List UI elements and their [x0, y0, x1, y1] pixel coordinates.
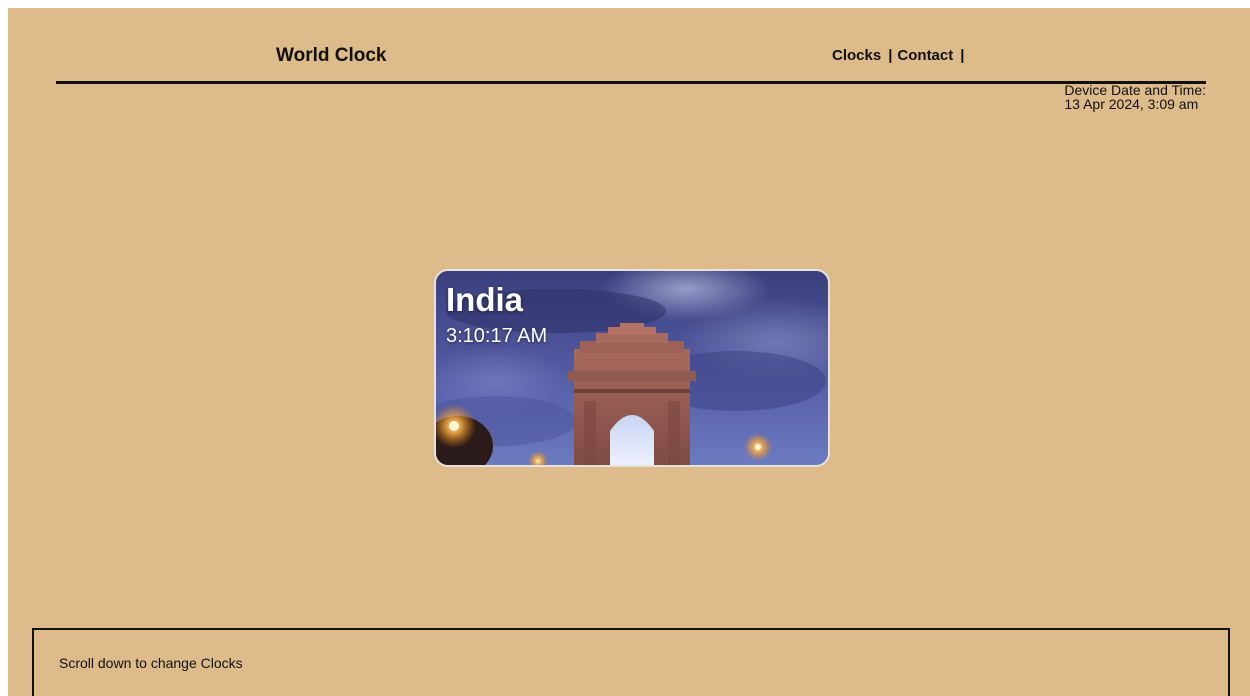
nav-bar: Clocks | Contact |	[832, 47, 969, 64]
nav-separator: |	[960, 47, 965, 64]
scroll-hint: Scroll down to change Clocks	[59, 655, 243, 671]
device-date-time-value: 13 Apr 2024, 3:09 am	[1064, 96, 1199, 112]
device-date-time: Device Date and Time: 13 Apr 2024, 3:09 …	[1064, 83, 1206, 111]
nav-link-clocks[interactable]: Clocks	[832, 47, 881, 64]
header: World Clock Clocks | Contact |	[56, 45, 1206, 84]
nav-link-contact[interactable]: Contact	[897, 47, 953, 64]
page: World Clock Clocks | Contact | Device Date …	[8, 8, 1250, 696]
footer-panel: Scroll down to change Clocks	[32, 628, 1230, 696]
nav-separator: |	[888, 47, 893, 64]
device-date-time-label: Device Date and Time:	[1064, 82, 1206, 98]
clock-time: 3:10:17 AM	[446, 325, 548, 347]
clock-country: India	[446, 281, 524, 318]
clock-card-india[interactable]: India 3:10:17 AM	[434, 269, 830, 467]
site-title: World Clock	[276, 45, 387, 66]
